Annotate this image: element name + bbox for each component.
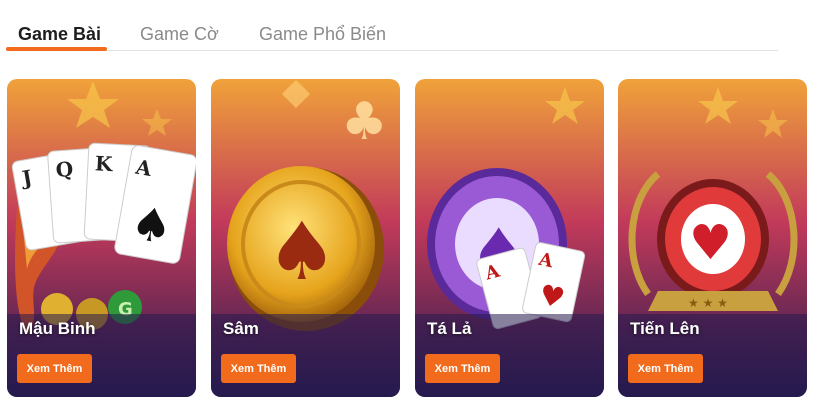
svg-text:K: K: [94, 151, 113, 176]
tabs-divider: [6, 50, 778, 51]
game-card-tien-len[interactable]: ♥ ★ ★ ★ Tiến Lên Xem Thêm: [618, 79, 807, 397]
svg-text:♣: ♣: [341, 92, 388, 152]
tab-game-pho-bien[interactable]: Game Phổ Biến: [259, 24, 386, 45]
game-title: Tá Lả: [427, 319, 472, 338]
game-card-mau-binh[interactable]: J Q K A ♠ G Mậu Binh Xem Thêm: [7, 79, 196, 397]
xem-them-button[interactable]: Xem Thêm: [628, 354, 703, 383]
tab-game-bai[interactable]: Game Bài: [18, 24, 101, 45]
playing-cards-dragon-icon: J Q K A ♠ G: [7, 79, 196, 397]
game-card-sam[interactable]: ♣ ♠ Sâm Xem Thêm: [211, 79, 400, 397]
svg-text:♠: ♠: [266, 205, 338, 298]
xem-them-button[interactable]: Xem Thêm: [425, 354, 500, 383]
gold-coin-spade-icon: ♣ ♠: [211, 79, 400, 397]
xem-them-button[interactable]: Xem Thêm: [17, 354, 92, 383]
active-tab-indicator: [6, 47, 107, 51]
tab-game-co[interactable]: Game Cờ: [140, 24, 219, 45]
game-title: Mậu Binh: [19, 319, 96, 338]
game-category-tabs: Game Bài Game Cờ Game Phổ Biến: [0, 0, 813, 52]
svg-text:Q: Q: [55, 157, 74, 182]
svg-text:♥: ♥: [689, 215, 732, 271]
heart-chip-laurel-icon: ♥ ★ ★ ★: [618, 79, 807, 397]
xem-them-button[interactable]: Xem Thêm: [221, 354, 296, 383]
game-card-ta-la[interactable]: ♠ A A ♥ Tá Lả Xem Thêm: [415, 79, 604, 397]
game-title: Sâm: [223, 319, 259, 338]
svg-text:★ ★ ★: ★ ★ ★: [688, 296, 728, 310]
game-title: Tiến Lên: [630, 319, 700, 338]
poker-chip-aces-icon: ♠ A A ♥: [415, 79, 604, 397]
